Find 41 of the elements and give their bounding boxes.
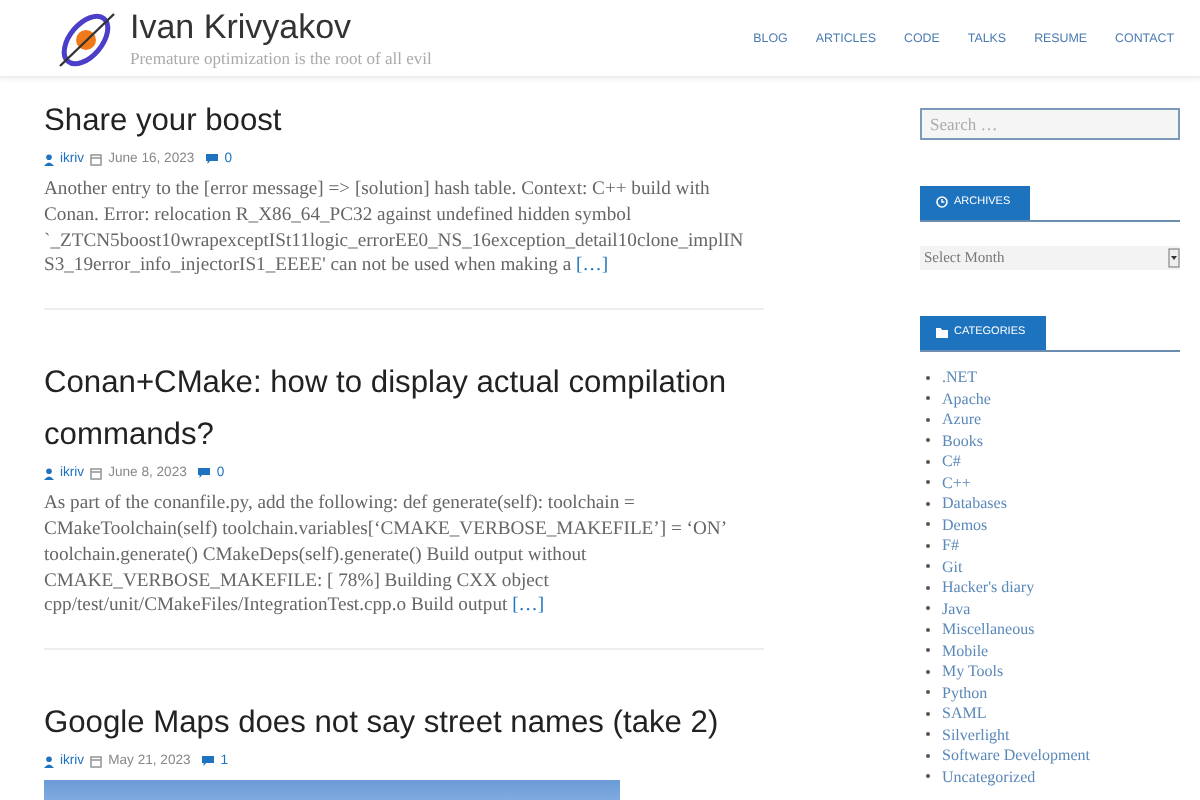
category-link[interactable]: Books bbox=[942, 431, 983, 450]
category-link[interactable]: Software Development bbox=[942, 746, 1090, 765]
site-tagline: Premature optimization is the root of all evil bbox=[130, 48, 432, 68]
category-link[interactable]: Azure bbox=[942, 410, 982, 429]
post-title[interactable]: Conan+CMake: how to display actual compilation commands? bbox=[44, 358, 764, 463]
category-link[interactable]: Demos bbox=[942, 515, 988, 534]
category-link[interactable]: Mobile bbox=[942, 641, 989, 660]
comment-icon bbox=[202, 756, 215, 767]
post-excerpt: As part of the conanfile.py, add the following: def generate(self): toolchain = CMakeToolchain(self) toolchain.variables[‘CMAKE_VERBOSE_MAKEFILE’] = ‘ON’ toolchain.generate() CMakeDeps(self).generate() Build output without CMAKE_VERBOSE_MAKEFILE: [ 78%] Building CXX object cpp/test/unit/CMakeFiles/IntegrationTest.cpp.o Build output […] bbox=[44, 492, 728, 621]
category-link[interactable]: Databases bbox=[942, 494, 1007, 513]
comment-icon bbox=[206, 154, 219, 164]
clock-icon bbox=[936, 196, 948, 208]
person-icon bbox=[44, 153, 54, 165]
category-link[interactable]: .NET bbox=[942, 368, 978, 387]
category-link[interactable]: Python bbox=[942, 683, 988, 702]
post-title[interactable]: Share your boost bbox=[44, 96, 764, 148]
category-link[interactable]: Silverlight bbox=[942, 725, 1010, 744]
category-link[interactable]: Apache bbox=[942, 389, 991, 408]
folder-icon bbox=[936, 327, 948, 337]
category-link[interactable]: Java bbox=[942, 599, 971, 618]
category-link[interactable]: C++ bbox=[942, 473, 971, 492]
category-link[interactable]: My Tools bbox=[942, 662, 1004, 681]
calendar-icon bbox=[90, 153, 103, 165]
calendar-icon bbox=[90, 755, 103, 768]
category-link[interactable]: Hacker's diary bbox=[942, 578, 1035, 597]
category-link[interactable]: Git bbox=[942, 557, 963, 576]
comment-icon bbox=[198, 468, 211, 479]
post-excerpt: Another entry to the [error message] => [solution] hash table. Context: C++ build with Conan. Error: relocation R_X86_64_PC32 against undefined hidden symbol `_ZTCN5boost10wrapexceptISt11logic_errorEE0_NS_16exception_detail10clone_implIN S3_19error_info_injectorIS1_EEEE' can not be used when making a […] bbox=[44, 178, 746, 281]
person-icon bbox=[44, 467, 54, 480]
category-link[interactable]: F# bbox=[942, 536, 959, 555]
read-more-link[interactable]: […] bbox=[576, 254, 609, 277]
search-field[interactable]: Search … bbox=[920, 108, 1180, 140]
person-icon bbox=[44, 755, 54, 768]
post-title[interactable]: Google Maps does not say street names (take 2) bbox=[44, 698, 764, 751]
category-link[interactable]: SAML bbox=[942, 704, 987, 723]
calendar-icon bbox=[90, 467, 103, 480]
category-link[interactable]: Miscellaneous bbox=[942, 620, 1035, 639]
category-link[interactable]: C# bbox=[942, 452, 961, 471]
category-link[interactable]: Uncategorized bbox=[942, 767, 1036, 786]
site-title[interactable]: Ivan Krivyakov bbox=[130, 8, 432, 48]
read-more-link[interactable]: […] bbox=[512, 594, 545, 617]
